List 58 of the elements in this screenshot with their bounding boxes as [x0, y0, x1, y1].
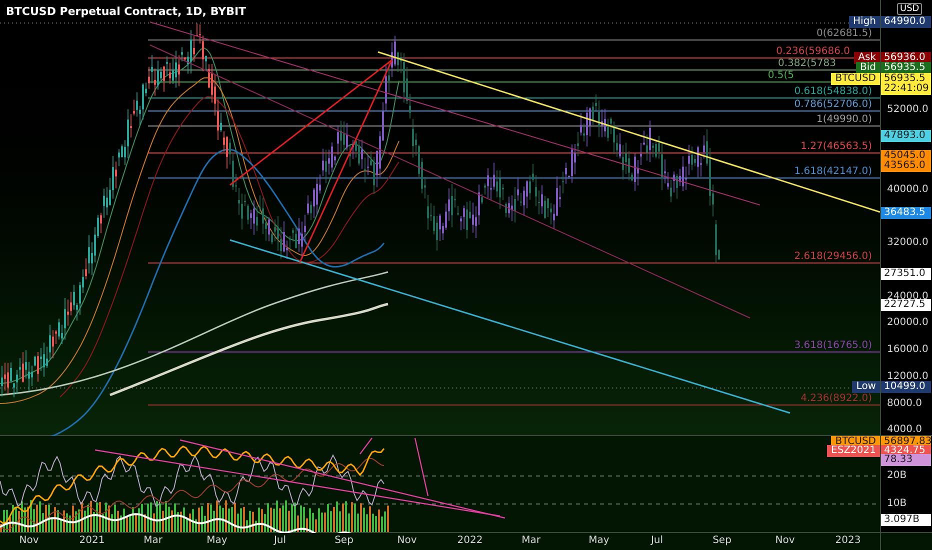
- price-value: 22:41:09: [884, 84, 928, 94]
- fib-level-label: 0.382(5783: [778, 58, 836, 70]
- fib-level-label: 2.618(29456.0): [794, 251, 872, 263]
- tag-label: BTCUSD: [831, 73, 880, 85]
- time-tick: Mar: [144, 535, 162, 547]
- fib-level-label: 0.5(5: [768, 70, 794, 82]
- time-tick: May: [588, 535, 610, 547]
- time-tick: May: [206, 535, 228, 547]
- price-value: 45045.0: [884, 151, 926, 161]
- price-tick: 20000.0: [887, 318, 928, 328]
- time-tick: Mar: [522, 535, 540, 547]
- price-value: 56936.0: [884, 53, 926, 63]
- price-value: 47893.0: [884, 131, 926, 141]
- tag-label: Bid: [856, 62, 880, 74]
- chart-title: BTCUSD Perpetual Contract, 1D, BYBIT: [6, 4, 246, 20]
- time-tick: Jul: [274, 535, 286, 547]
- price-value: 78.33: [884, 455, 914, 465]
- currency-label: USD: [897, 3, 922, 15]
- tag-label: Low: [852, 381, 880, 393]
- time-tick: Nov: [19, 535, 39, 547]
- price-tick: 40000.0: [887, 185, 928, 195]
- fib-level-label: 1.618(42147.0): [794, 166, 872, 178]
- volume-tick: 10B: [887, 499, 907, 509]
- price-tick: 16000.0: [887, 345, 928, 355]
- fib-level-label: 1.27(46563.5): [800, 141, 872, 153]
- price-tick: 32000.0: [887, 238, 928, 248]
- price-value: 22727.5: [884, 300, 926, 310]
- time-tick: Sep: [334, 535, 354, 547]
- fib-level-label: 0.618(54838.0): [794, 86, 872, 98]
- price-value: 64990.0: [884, 17, 926, 27]
- time-tick: 2022: [457, 535, 483, 547]
- price-value: 27351.0: [884, 269, 926, 279]
- price-value: 36483.5: [884, 208, 926, 218]
- fib-level-label: 0.236(59686.0: [776, 46, 850, 58]
- fib-level-label: 3.618(16765.0): [794, 340, 872, 352]
- fib-level-label: 4.236(8922.0): [800, 393, 872, 405]
- fib-level-label: 0.786(52706.0): [794, 99, 872, 111]
- tag-label: ESZ2021: [827, 445, 880, 457]
- price-value: 10499.0: [884, 382, 926, 392]
- price-tick: 8000.0: [887, 399, 922, 409]
- price-value: 4324.75: [884, 446, 926, 456]
- time-tick: Nov: [775, 535, 795, 547]
- price-tick: 4000.0: [887, 425, 922, 435]
- price-tick: 52000.0: [887, 105, 928, 115]
- time-tick: 2021: [79, 535, 105, 547]
- tag-label: High: [849, 16, 880, 28]
- price-value: 56935.5: [884, 63, 926, 73]
- price-tick: 12000.0: [887, 372, 928, 382]
- time-tick: Nov: [397, 535, 417, 547]
- price-value: 56935.5: [884, 74, 926, 84]
- volume-tick: 20B: [887, 471, 907, 481]
- time-tick: 2023: [835, 535, 861, 547]
- fib-level-label: 0(62681.5): [816, 28, 872, 40]
- time-tick: Jul: [650, 535, 664, 547]
- price-value: 3.097B: [884, 515, 920, 525]
- time-tick: Sep: [712, 535, 732, 547]
- price-value: 43565.0: [884, 161, 926, 171]
- fib-level-label: 1(49990.0): [816, 114, 872, 126]
